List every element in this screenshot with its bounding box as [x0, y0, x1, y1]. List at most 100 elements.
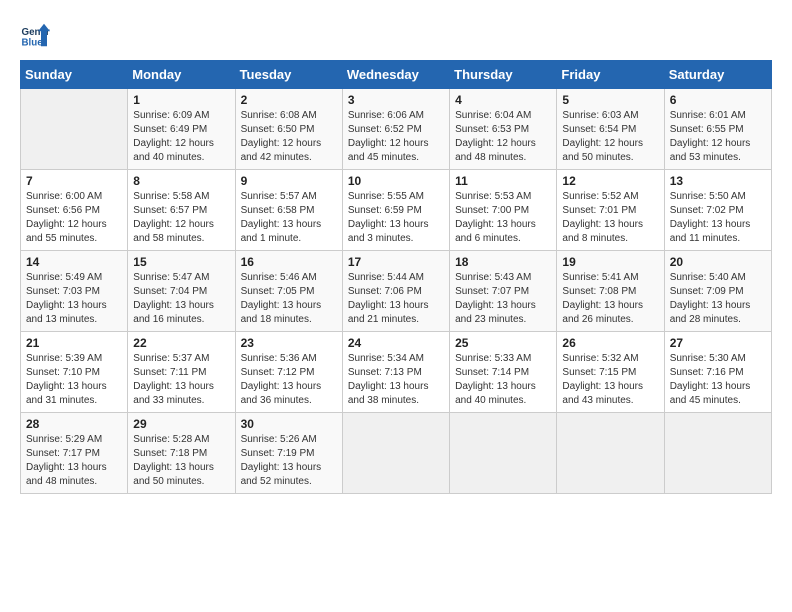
sunrise-label: Sunrise: 5:29 AM — [26, 434, 102, 445]
day-number: 27 — [670, 336, 766, 350]
sunset-label: Sunset: 7:08 PM — [562, 286, 636, 297]
sunrise-label: Sunrise: 5:30 AM — [670, 353, 746, 364]
daylight-label: Daylight: 13 hours and 8 minutes. — [562, 219, 643, 244]
calendar-cell: 21 Sunrise: 5:39 AM Sunset: 7:10 PM Dayl… — [21, 332, 128, 413]
daylight-label: Daylight: 13 hours and 33 minutes. — [133, 381, 214, 406]
calendar-cell: 14 Sunrise: 5:49 AM Sunset: 7:03 PM Dayl… — [21, 251, 128, 332]
day-info: Sunrise: 6:03 AM Sunset: 6:54 PM Dayligh… — [562, 109, 658, 165]
calendar-header-row: SundayMondayTuesdayWednesdayThursdayFrid… — [21, 61, 772, 89]
daylight-label: Daylight: 13 hours and 18 minutes. — [241, 300, 322, 325]
calendar-cell: 25 Sunrise: 5:33 AM Sunset: 7:14 PM Dayl… — [450, 332, 557, 413]
day-info: Sunrise: 5:57 AM Sunset: 6:58 PM Dayligh… — [241, 190, 337, 246]
sunrise-label: Sunrise: 6:08 AM — [241, 110, 317, 121]
day-info: Sunrise: 5:28 AM Sunset: 7:18 PM Dayligh… — [133, 433, 229, 489]
week-row-3: 14 Sunrise: 5:49 AM Sunset: 7:03 PM Dayl… — [21, 251, 772, 332]
daylight-label: Daylight: 12 hours and 53 minutes. — [670, 138, 751, 163]
day-info: Sunrise: 5:53 AM Sunset: 7:00 PM Dayligh… — [455, 190, 551, 246]
sunset-label: Sunset: 7:07 PM — [455, 286, 529, 297]
sunrise-label: Sunrise: 5:37 AM — [133, 353, 209, 364]
day-number: 2 — [241, 93, 337, 107]
weekday-header-tuesday: Tuesday — [235, 61, 342, 89]
daylight-label: Daylight: 13 hours and 45 minutes. — [670, 381, 751, 406]
sunset-label: Sunset: 6:49 PM — [133, 124, 207, 135]
calendar-cell: 8 Sunrise: 5:58 AM Sunset: 6:57 PM Dayli… — [128, 170, 235, 251]
calendar-cell — [450, 413, 557, 494]
sunset-label: Sunset: 6:53 PM — [455, 124, 529, 135]
day-info: Sunrise: 6:01 AM Sunset: 6:55 PM Dayligh… — [670, 109, 766, 165]
day-info: Sunrise: 5:32 AM Sunset: 7:15 PM Dayligh… — [562, 352, 658, 408]
sunset-label: Sunset: 7:17 PM — [26, 448, 100, 459]
day-number: 14 — [26, 255, 122, 269]
calendar-cell: 9 Sunrise: 5:57 AM Sunset: 6:58 PM Dayli… — [235, 170, 342, 251]
calendar-cell: 13 Sunrise: 5:50 AM Sunset: 7:02 PM Dayl… — [664, 170, 771, 251]
daylight-label: Daylight: 13 hours and 36 minutes. — [241, 381, 322, 406]
sunrise-label: Sunrise: 5:26 AM — [241, 434, 317, 445]
week-row-5: 28 Sunrise: 5:29 AM Sunset: 7:17 PM Dayl… — [21, 413, 772, 494]
daylight-label: Daylight: 13 hours and 50 minutes. — [133, 462, 214, 487]
day-number: 29 — [133, 417, 229, 431]
daylight-label: Daylight: 13 hours and 3 minutes. — [348, 219, 429, 244]
calendar-cell: 10 Sunrise: 5:55 AM Sunset: 6:59 PM Dayl… — [342, 170, 449, 251]
calendar-cell: 7 Sunrise: 6:00 AM Sunset: 6:56 PM Dayli… — [21, 170, 128, 251]
daylight-label: Daylight: 13 hours and 16 minutes. — [133, 300, 214, 325]
sunrise-label: Sunrise: 5:53 AM — [455, 191, 531, 202]
day-number: 9 — [241, 174, 337, 188]
day-number: 26 — [562, 336, 658, 350]
calendar-cell: 15 Sunrise: 5:47 AM Sunset: 7:04 PM Dayl… — [128, 251, 235, 332]
sunset-label: Sunset: 7:05 PM — [241, 286, 315, 297]
day-info: Sunrise: 5:43 AM Sunset: 7:07 PM Dayligh… — [455, 271, 551, 327]
day-number: 7 — [26, 174, 122, 188]
daylight-label: Daylight: 13 hours and 11 minutes. — [670, 219, 751, 244]
day-number: 4 — [455, 93, 551, 107]
day-number: 22 — [133, 336, 229, 350]
day-info: Sunrise: 5:46 AM Sunset: 7:05 PM Dayligh… — [241, 271, 337, 327]
calendar-cell: 16 Sunrise: 5:46 AM Sunset: 7:05 PM Dayl… — [235, 251, 342, 332]
calendar-cell: 2 Sunrise: 6:08 AM Sunset: 6:50 PM Dayli… — [235, 89, 342, 170]
sunset-label: Sunset: 7:15 PM — [562, 367, 636, 378]
day-info: Sunrise: 6:08 AM Sunset: 6:50 PM Dayligh… — [241, 109, 337, 165]
sunrise-label: Sunrise: 5:57 AM — [241, 191, 317, 202]
svg-text:Blue: Blue — [22, 38, 44, 49]
calendar-cell: 29 Sunrise: 5:28 AM Sunset: 7:18 PM Dayl… — [128, 413, 235, 494]
day-number: 20 — [670, 255, 766, 269]
sunrise-label: Sunrise: 5:47 AM — [133, 272, 209, 283]
weekday-header-thursday: Thursday — [450, 61, 557, 89]
day-number: 24 — [348, 336, 444, 350]
sunrise-label: Sunrise: 5:36 AM — [241, 353, 317, 364]
sunset-label: Sunset: 6:55 PM — [670, 124, 744, 135]
sunset-label: Sunset: 6:52 PM — [348, 124, 422, 135]
sunrise-label: Sunrise: 6:09 AM — [133, 110, 209, 121]
week-row-1: 1 Sunrise: 6:09 AM Sunset: 6:49 PM Dayli… — [21, 89, 772, 170]
sunrise-label: Sunrise: 5:39 AM — [26, 353, 102, 364]
sunset-label: Sunset: 7:00 PM — [455, 205, 529, 216]
calendar-cell — [342, 413, 449, 494]
calendar-cell: 22 Sunrise: 5:37 AM Sunset: 7:11 PM Dayl… — [128, 332, 235, 413]
daylight-label: Daylight: 13 hours and 43 minutes. — [562, 381, 643, 406]
calendar-cell: 6 Sunrise: 6:01 AM Sunset: 6:55 PM Dayli… — [664, 89, 771, 170]
logo-icon: General Blue — [20, 20, 50, 50]
sunset-label: Sunset: 7:11 PM — [133, 367, 206, 378]
calendar-cell: 5 Sunrise: 6:03 AM Sunset: 6:54 PM Dayli… — [557, 89, 664, 170]
daylight-label: Daylight: 12 hours and 50 minutes. — [562, 138, 643, 163]
week-row-4: 21 Sunrise: 5:39 AM Sunset: 7:10 PM Dayl… — [21, 332, 772, 413]
day-info: Sunrise: 6:00 AM Sunset: 6:56 PM Dayligh… — [26, 190, 122, 246]
day-number: 3 — [348, 93, 444, 107]
daylight-label: Daylight: 12 hours and 40 minutes. — [133, 138, 214, 163]
day-number: 12 — [562, 174, 658, 188]
day-info: Sunrise: 5:29 AM Sunset: 7:17 PM Dayligh… — [26, 433, 122, 489]
day-info: Sunrise: 5:47 AM Sunset: 7:04 PM Dayligh… — [133, 271, 229, 327]
calendar-cell: 12 Sunrise: 5:52 AM Sunset: 7:01 PM Dayl… — [557, 170, 664, 251]
week-row-2: 7 Sunrise: 6:00 AM Sunset: 6:56 PM Dayli… — [21, 170, 772, 251]
sunset-label: Sunset: 6:50 PM — [241, 124, 315, 135]
calendar-cell: 26 Sunrise: 5:32 AM Sunset: 7:15 PM Dayl… — [557, 332, 664, 413]
daylight-label: Daylight: 13 hours and 1 minute. — [241, 219, 322, 244]
daylight-label: Daylight: 13 hours and 52 minutes. — [241, 462, 322, 487]
sunset-label: Sunset: 7:01 PM — [562, 205, 636, 216]
sunrise-label: Sunrise: 5:50 AM — [670, 191, 746, 202]
day-info: Sunrise: 5:49 AM Sunset: 7:03 PM Dayligh… — [26, 271, 122, 327]
calendar-cell — [664, 413, 771, 494]
sunrise-label: Sunrise: 5:34 AM — [348, 353, 424, 364]
sunset-label: Sunset: 7:06 PM — [348, 286, 422, 297]
sunrise-label: Sunrise: 6:04 AM — [455, 110, 531, 121]
sunset-label: Sunset: 7:10 PM — [26, 367, 100, 378]
